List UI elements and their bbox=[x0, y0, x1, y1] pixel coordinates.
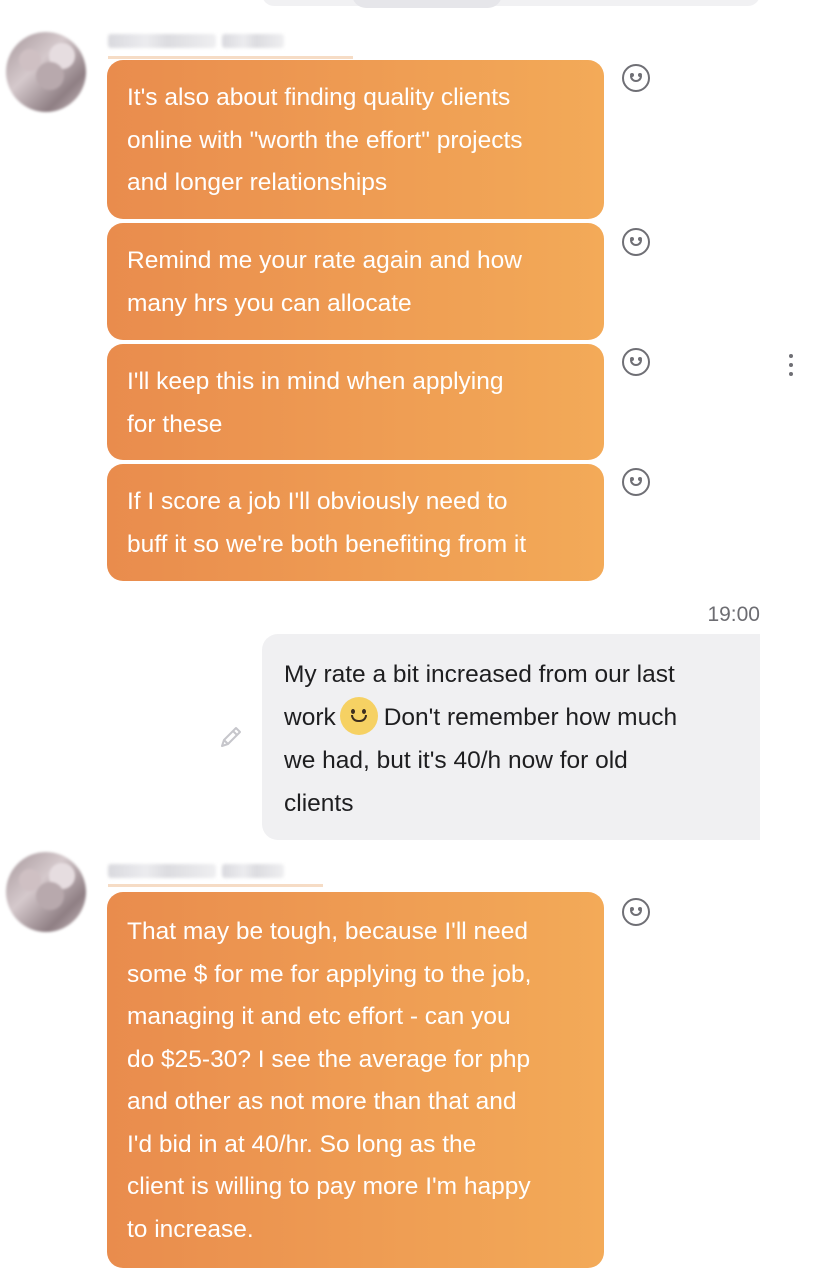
message-text-line: we had, but it's 40/h now for old bbox=[284, 747, 628, 774]
message-text-line: Don't remember how much bbox=[383, 704, 678, 731]
message-text-line: work bbox=[284, 704, 336, 731]
sender-name-blurred bbox=[108, 864, 216, 878]
incoming-message-bubble[interactable]: It's also about finding quality clients … bbox=[107, 60, 604, 219]
message-text-line: clients bbox=[284, 790, 354, 817]
message-text: Remind me your rate again and how many h… bbox=[127, 247, 522, 317]
message-text: I'll keep this in mind when applying for… bbox=[127, 368, 504, 438]
sender-time-blurred bbox=[222, 864, 284, 878]
smile-reaction-icon[interactable] bbox=[622, 898, 650, 926]
more-vertical-icon[interactable] bbox=[784, 354, 798, 380]
message-text: It's also about finding quality clients … bbox=[127, 84, 523, 196]
pencil-icon[interactable] bbox=[216, 722, 246, 752]
message-text: That may be tough, because I'll need som… bbox=[127, 918, 532, 1243]
incoming-message-bubble[interactable]: That may be tough, because I'll need som… bbox=[107, 892, 604, 1268]
sender-name-underline bbox=[108, 56, 353, 59]
incoming-message-bubble[interactable]: Remind me your rate again and how many h… bbox=[107, 223, 604, 340]
sender-name-underline bbox=[108, 884, 323, 887]
previous-message-bubble bbox=[262, 0, 760, 6]
smile-reaction-icon[interactable] bbox=[622, 228, 650, 256]
smile-reaction-icon[interactable] bbox=[622, 468, 650, 496]
sender-name-blurred bbox=[108, 34, 216, 48]
smile-reaction-icon[interactable] bbox=[622, 64, 650, 92]
incoming-message-bubble[interactable]: I'll keep this in mind when applying for… bbox=[107, 344, 604, 460]
smile-reaction-icon[interactable] bbox=[622, 348, 650, 376]
sender-time-blurred bbox=[222, 34, 284, 48]
message-text: If I score a job I'll obviously need to … bbox=[127, 488, 527, 558]
message-timestamp: 19:00 bbox=[707, 603, 760, 626]
sender-avatar[interactable] bbox=[6, 852, 86, 932]
message-text-line: My rate a bit increased from our last bbox=[284, 661, 675, 688]
incoming-message-bubble[interactable]: If I score a job I'll obviously need to … bbox=[107, 464, 604, 581]
slightly-smiling-face-icon bbox=[339, 697, 378, 735]
outgoing-message-bubble[interactable]: My rate a bit increased from our last wo… bbox=[262, 634, 760, 840]
previous-message-fragment bbox=[352, 0, 502, 8]
sender-avatar[interactable] bbox=[6, 32, 86, 112]
